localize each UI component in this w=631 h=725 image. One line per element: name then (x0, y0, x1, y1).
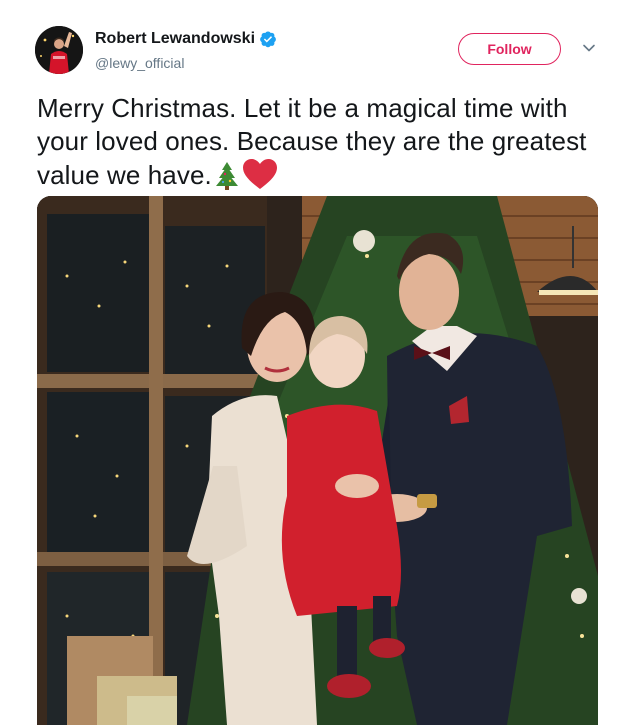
avatar-photo (35, 26, 83, 74)
author-handle[interactable]: @lewy_official (95, 55, 184, 71)
author-name-row[interactable]: Robert Lewandowski (95, 30, 277, 48)
chevron-down-icon[interactable] (581, 40, 597, 56)
avatar[interactable] (35, 26, 83, 74)
red-heart-icon (242, 158, 278, 198)
follow-button[interactable]: Follow (458, 33, 561, 65)
tweet-photo[interactable] (37, 196, 598, 725)
tweet-body: Merry Christmas. Let it be a magical tim… (37, 93, 587, 190)
verified-badge-icon (259, 30, 277, 48)
tweet-text: Merry Christmas. Let it be a magical tim… (37, 92, 612, 198)
christmas-family-photo (37, 196, 598, 725)
tweet-card: Robert Lewandowski @lewy_official Follow… (0, 0, 631, 725)
christmas-tree-icon (212, 160, 242, 198)
author-display-name[interactable]: Robert Lewandowski (95, 30, 255, 48)
